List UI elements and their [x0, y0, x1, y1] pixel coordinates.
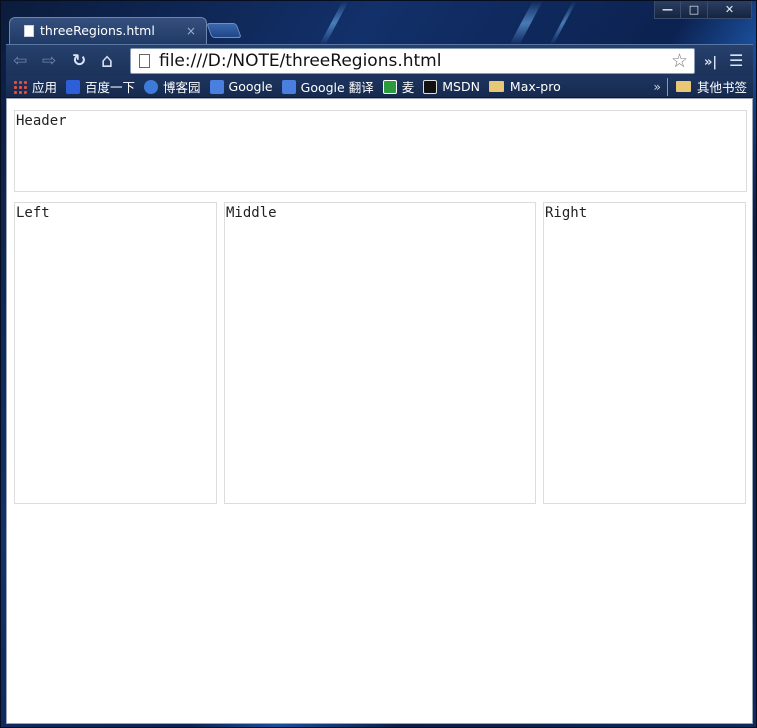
folder-icon: [675, 81, 691, 92]
background-streak: [319, 1, 349, 45]
back-icon[interactable]: ⇦: [13, 51, 27, 71]
browser-tab[interactable]: threeRegions.html ×: [9, 17, 207, 44]
bookmark-label: Google 翻译: [300, 80, 374, 95]
bookmark-label: 麦: [401, 80, 415, 95]
page-content: Header Left Middle Right: [6, 98, 753, 724]
translate-icon: [281, 79, 296, 94]
bookmark-label: Max-pro: [509, 79, 561, 94]
page-icon: [24, 24, 34, 37]
reload-icon[interactable]: ↻: [72, 51, 86, 71]
bookmark-apps[interactable]: 应用: [13, 77, 57, 96]
close-window-button[interactable]: ✕: [708, 1, 752, 19]
bookmark-other[interactable]: 其他书签: [675, 77, 747, 96]
page-icon: [139, 54, 150, 68]
green-square-icon: [382, 79, 397, 94]
background-streak: [509, 1, 543, 45]
bookmark-cnblogs[interactable]: 博客园: [144, 77, 201, 96]
bookmark-label: 百度一下: [85, 80, 136, 95]
baidu-paw-icon: [66, 79, 81, 94]
middle-region: Middle: [224, 202, 536, 504]
bookmark-google-translate[interactable]: Google 翻译: [281, 77, 374, 96]
browser-window: — □ ✕ threeRegions.html × ⇦ ⇨ ↻ ⌂ file:/…: [0, 0, 757, 728]
address-bar[interactable]: file:///D:/NOTE/threeRegions.html ☆: [130, 48, 695, 74]
bookmarks-overflow-icon[interactable]: »: [653, 79, 661, 94]
bookmark-baidu[interactable]: 百度一下: [66, 77, 135, 96]
left-text: Left: [16, 205, 50, 221]
msdn-m-icon: [423, 79, 438, 94]
bookmark-label: Google: [228, 79, 273, 94]
folder-icon: [488, 81, 504, 92]
right-text: Right: [545, 205, 588, 221]
bookmark-label: 其他书签: [696, 80, 747, 95]
bookmark-label: 博客园: [163, 80, 201, 95]
home-icon[interactable]: ⌂: [101, 51, 113, 71]
cnblogs-icon: [144, 79, 159, 94]
apps-grid-icon: [13, 79, 27, 94]
star-icon[interactable]: ☆: [671, 50, 688, 72]
maximize-button[interactable]: □: [681, 1, 708, 19]
forward-icon[interactable]: ⇨: [42, 51, 56, 71]
bookmark-label: 应用: [32, 80, 58, 95]
extension-icon[interactable]: »|: [704, 53, 717, 73]
window-caption-buttons: — □ ✕: [654, 1, 752, 19]
new-tab-button[interactable]: [206, 23, 242, 38]
menu-icon[interactable]: ☰: [729, 51, 743, 71]
left-region: Left: [14, 202, 217, 504]
google-icon: [209, 79, 224, 94]
minimize-button[interactable]: —: [654, 1, 681, 19]
bookmark-google[interactable]: Google: [209, 79, 273, 94]
tab-title: threeRegions.html: [40, 23, 155, 38]
bookmark-max-pro[interactable]: Max-pro: [488, 79, 561, 94]
middle-text: Middle: [226, 205, 277, 221]
bookmarks-divider: [666, 77, 668, 96]
bookmark-msdn[interactable]: MSDN: [423, 79, 480, 94]
background-streak: [549, 1, 577, 45]
bookmarks-bar: 应用 百度一下 博客园 Google Google 翻译 麦 MSDN Max-…: [6, 76, 753, 98]
tab-close-icon[interactable]: ×: [186, 24, 196, 38]
bookmark-mai[interactable]: 麦: [382, 77, 415, 96]
url-text[interactable]: file:///D:/NOTE/threeRegions.html: [159, 51, 671, 71]
bookmark-label: MSDN: [442, 79, 480, 94]
header-text: Header: [16, 113, 67, 129]
right-region: Right: [543, 202, 746, 504]
browser-toolbar: ⇦ ⇨ ↻ ⌂ file:///D:/NOTE/threeRegions.htm…: [6, 44, 753, 76]
header-region: Header: [14, 110, 747, 192]
